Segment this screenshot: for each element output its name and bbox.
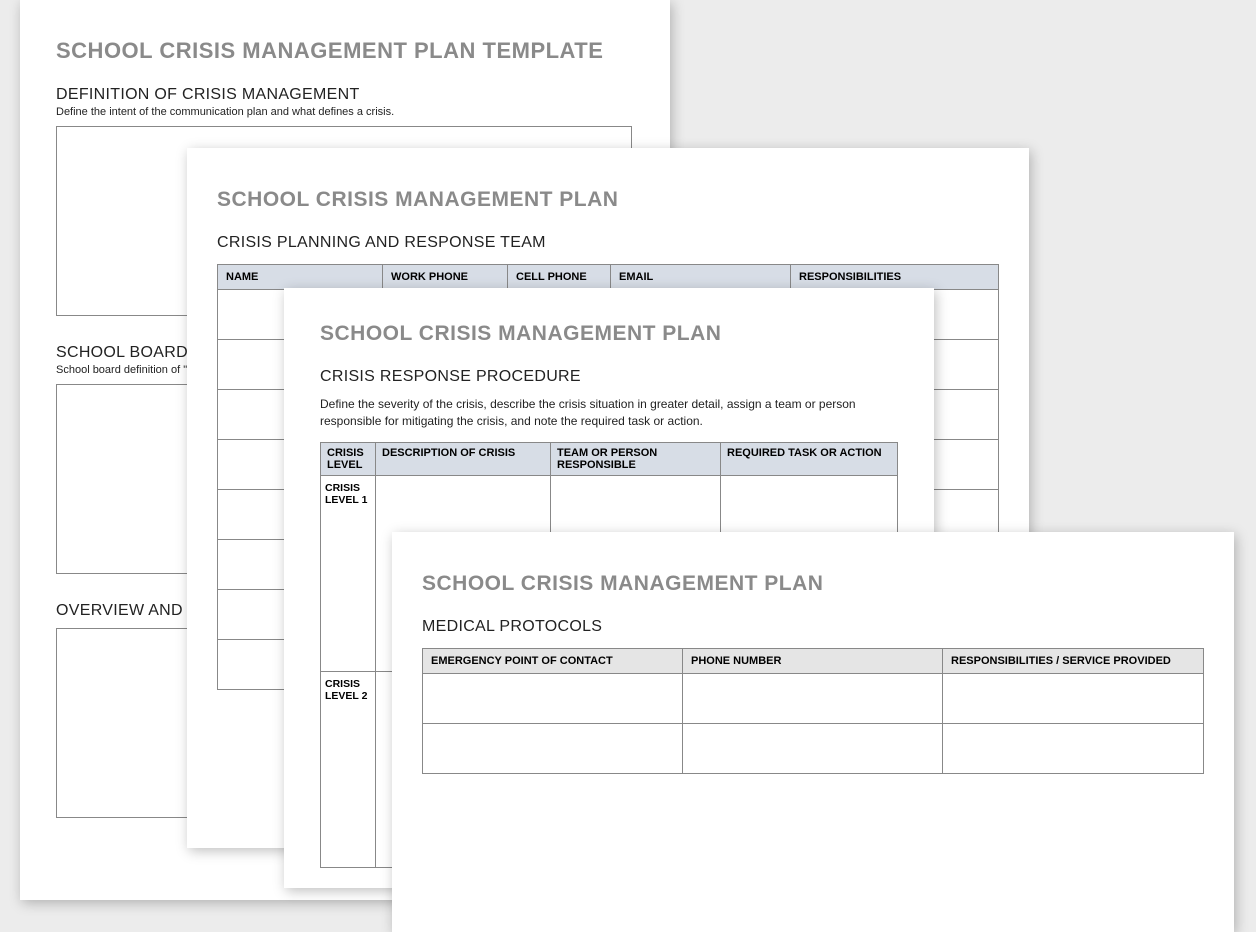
team-th-resp: RESPONSIBILITIES <box>791 265 999 290</box>
page2-title: SCHOOL CRISIS MANAGEMENT PLAN <box>217 188 999 212</box>
crisis-th-desc: DESCRIPTION OF CRISIS <box>376 442 551 475</box>
page1-section1-sub: Define the intent of the communication p… <box>56 106 634 118</box>
med-th-contact: EMERGENCY POINT OF CONTACT <box>423 649 683 674</box>
crisis-level-1-label: CRISIS LEVEL 1 <box>321 475 376 671</box>
page-4: SCHOOL CRISIS MANAGEMENT PLAN MEDICAL PR… <box>392 532 1234 932</box>
table-cell[interactable] <box>943 724 1204 774</box>
table-cell[interactable] <box>943 674 1204 724</box>
page2-section: CRISIS PLANNING AND RESPONSE TEAM <box>217 234 999 252</box>
page3-sub: Define the severity of the crisis, descr… <box>320 396 898 430</box>
page3-title: SCHOOL CRISIS MANAGEMENT PLAN <box>320 322 898 346</box>
table-cell[interactable] <box>423 674 683 724</box>
crisis-th-task: REQUIRED TASK OR ACTION <box>721 442 898 475</box>
med-th-phone: PHONE NUMBER <box>683 649 943 674</box>
table-cell[interactable] <box>683 674 943 724</box>
team-th-email: EMAIL <box>611 265 791 290</box>
page4-title: SCHOOL CRISIS MANAGEMENT PLAN <box>422 572 1204 596</box>
crisis-th-level: CRISIS LEVEL <box>321 442 376 475</box>
page1-title: SCHOOL CRISIS MANAGEMENT PLAN TEMPLATE <box>56 38 634 64</box>
team-th-name: NAME <box>218 265 383 290</box>
page3-section: CRISIS RESPONSE PROCEDURE <box>320 368 898 386</box>
table-cell[interactable] <box>423 724 683 774</box>
crisis-th-team: TEAM OR PERSON RESPONSIBLE <box>551 442 721 475</box>
page1-section1-heading: DEFINITION OF CRISIS MANAGEMENT <box>56 86 634 104</box>
medical-table: EMERGENCY POINT OF CONTACT PHONE NUMBER … <box>422 648 1204 774</box>
team-th-workphone: WORK PHONE <box>383 265 508 290</box>
table-cell[interactable] <box>683 724 943 774</box>
page4-section: MEDICAL PROTOCOLS <box>422 618 1204 636</box>
team-th-cellphone: CELL PHONE <box>508 265 611 290</box>
med-th-resp: RESPONSIBILITIES / SERVICE PROVIDED <box>943 649 1204 674</box>
crisis-level-2-label: CRISIS LEVEL 2 <box>321 671 376 867</box>
